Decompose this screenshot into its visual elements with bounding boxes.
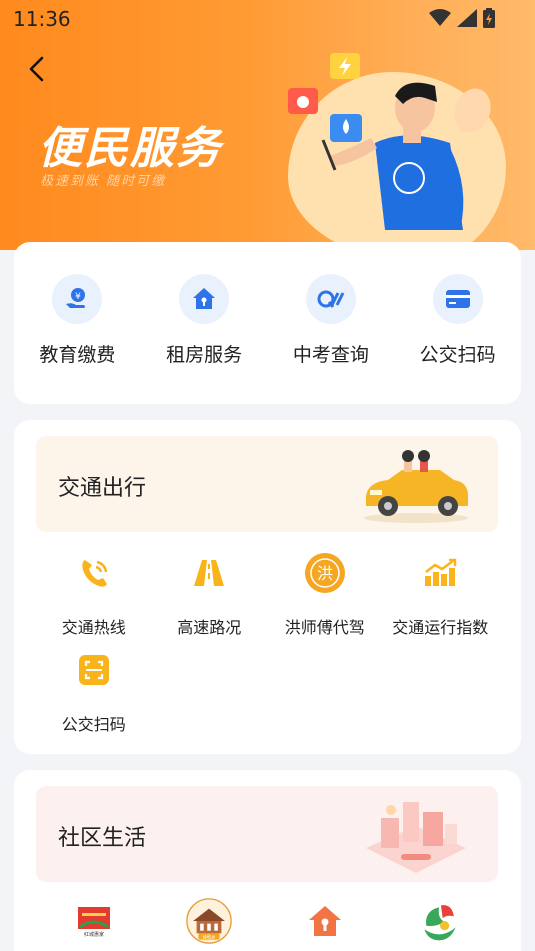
community-illustration [366,802,466,873]
wifi-icon [429,9,451,26]
page-subtitle: 极速到账 随时可缴 [40,174,167,189]
chart-up-icon [417,550,463,596]
quick-service-exam-query[interactable]: 中考查询 [268,274,395,367]
traffic-item-highway[interactable]: 高速路况 [152,550,268,647]
community-item-building[interactable]: 诗和乡 [152,898,268,951]
traffic-item-label: 高速路况 [177,618,242,637]
traffic-item-index[interactable]: 交通运行指数 [383,550,499,647]
traffic-item-label: 交通运行指数 [392,618,489,637]
building-logo-icon: 诗和乡 [186,898,233,944]
community-grid: 红城惠家 诗和乡 [36,898,498,951]
back-arrow-icon[interactable] [22,54,54,86]
community-title: 社区生活 [58,826,147,851]
card-icon [432,274,483,324]
red-city-logo-icon: 红城惠家 [71,898,117,944]
community-item-house[interactable] [267,898,383,951]
battery-icon [483,8,495,28]
traffic-item-label: 公交扫码 [61,715,126,734]
status-bar: 11:36 [0,0,535,36]
red-city-logo-text: 红城惠家 [84,931,104,938]
quick-service-bus-scan[interactable]: 公交扫码 [394,274,521,367]
yen-hand-icon: ¥ [52,274,103,324]
page-title: 便民服务 [38,123,222,174]
house-icon [302,898,348,944]
scan-icon [71,647,117,693]
status-time: 11:36 [13,7,71,31]
svg-text:¥: ¥ [76,292,82,302]
quick-service-rental[interactable]: 租房服务 [141,274,268,367]
svg-text:洪: 洪 [317,564,333,583]
traffic-item-label: 交通热线 [61,618,126,637]
quick-service-education-fee[interactable]: ¥ 教育缴费 [14,274,141,367]
house-key-icon [179,274,230,324]
phone-icon [71,550,117,596]
community-item-leaf[interactable] [383,898,499,951]
traffic-item-label: 洪师傅代驾 [284,618,365,637]
car-illustration [364,450,468,523]
traffic-item-hotline[interactable]: 交通热线 [36,550,152,647]
leaf-logo-icon [417,898,463,944]
traffic-banner[interactable]: 交通出行 [36,436,498,532]
signal-icon [457,9,477,27]
community-item-red-city[interactable]: 红城惠家 [36,898,152,951]
search-doc-icon [305,274,356,324]
traffic-item-hong-driver[interactable]: 洪 洪师傅代驾 [267,550,383,647]
header-banner: 11:36 便民服务 极速到账 随时可缴 [0,0,535,250]
hong-driver-icon: 洪 [302,550,348,596]
traffic-title: 交通出行 [58,476,147,501]
traffic-card: 交通出行 交通热线 高速路况 洪 洪师傅代驾 交通运行指数 公交扫码 [14,420,521,754]
quick-service-label: 租房服务 [166,344,243,366]
community-banner[interactable]: 社区生活 [36,786,498,882]
quick-services-card: ¥ 教育缴费 租房服务 中考查询 公交扫码 [14,242,521,404]
quick-service-label: 教育缴费 [39,344,116,366]
quick-service-label: 中考查询 [292,344,369,366]
quick-service-label: 公交扫码 [419,344,496,366]
traffic-grid: 交通热线 高速路况 洪 洪师傅代驾 交通运行指数 公交扫码 [36,550,498,744]
road-icon [186,550,232,596]
quick-services-grid: ¥ 教育缴费 租房服务 中考查询 公交扫码 [14,274,521,367]
status-icons [429,8,495,28]
traffic-item-bus-scan[interactable]: 公交扫码 [36,647,152,744]
person-illustration [288,53,464,230]
community-card: 社区生活 红城惠家 诗和乡 [14,770,521,951]
